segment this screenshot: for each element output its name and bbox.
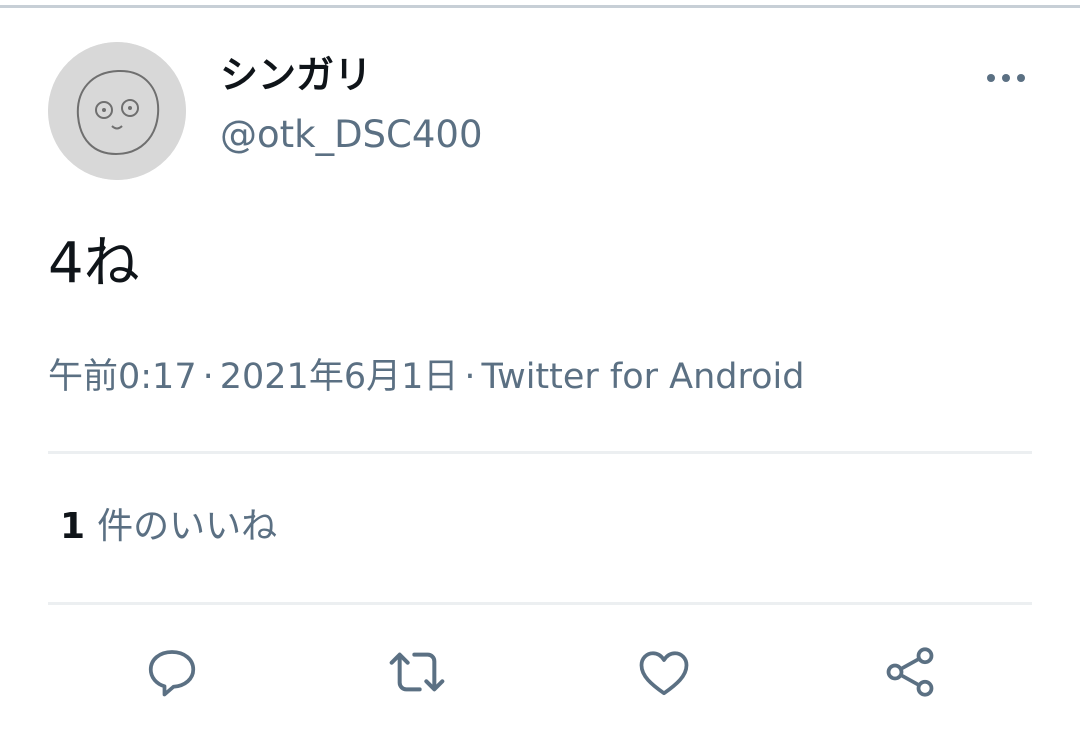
retweet-icon bbox=[389, 652, 445, 692]
reply-button[interactable] bbox=[140, 640, 204, 704]
avatar[interactable] bbox=[48, 42, 186, 180]
divider bbox=[48, 602, 1032, 605]
tweet-time[interactable]: 午前0:17 bbox=[48, 357, 197, 397]
like-button[interactable] bbox=[632, 640, 696, 704]
retweet-button[interactable] bbox=[385, 640, 449, 704]
tweet-text: 4ね bbox=[48, 231, 140, 296]
user-handle[interactable]: @otk_DSC400 bbox=[220, 110, 483, 160]
top-border bbox=[0, 5, 1080, 8]
tweet-date[interactable]: 2021年6月1日 bbox=[220, 357, 459, 397]
share-icon bbox=[886, 647, 934, 697]
reply-icon bbox=[148, 650, 196, 697]
tweet-meta: 午前0:17 · 2021年6月1日 · Twitter for Android bbox=[48, 352, 805, 402]
more-options-button[interactable] bbox=[980, 60, 1032, 96]
divider bbox=[48, 451, 1032, 454]
share-button[interactable] bbox=[878, 640, 942, 704]
tweet-detail-page: シンガリ @otk_DSC400 4ね 午前0:17 · 2021年6月1日 · Twi… bbox=[0, 0, 1080, 729]
meta-separator: · bbox=[202, 357, 214, 397]
likes-label: 件のいいね bbox=[97, 506, 278, 547]
face-doodle-avatar-icon bbox=[48, 42, 186, 180]
tweet-source[interactable]: Twitter for Android bbox=[482, 357, 805, 397]
meta-separator: · bbox=[464, 357, 476, 397]
more-horizontal-icon bbox=[987, 74, 1025, 82]
likes-summary[interactable]: 1 件のいいね bbox=[60, 502, 277, 552]
likes-count: 1 bbox=[60, 506, 86, 547]
heart-icon bbox=[639, 651, 689, 696]
display-name[interactable]: シンガリ bbox=[220, 50, 372, 100]
